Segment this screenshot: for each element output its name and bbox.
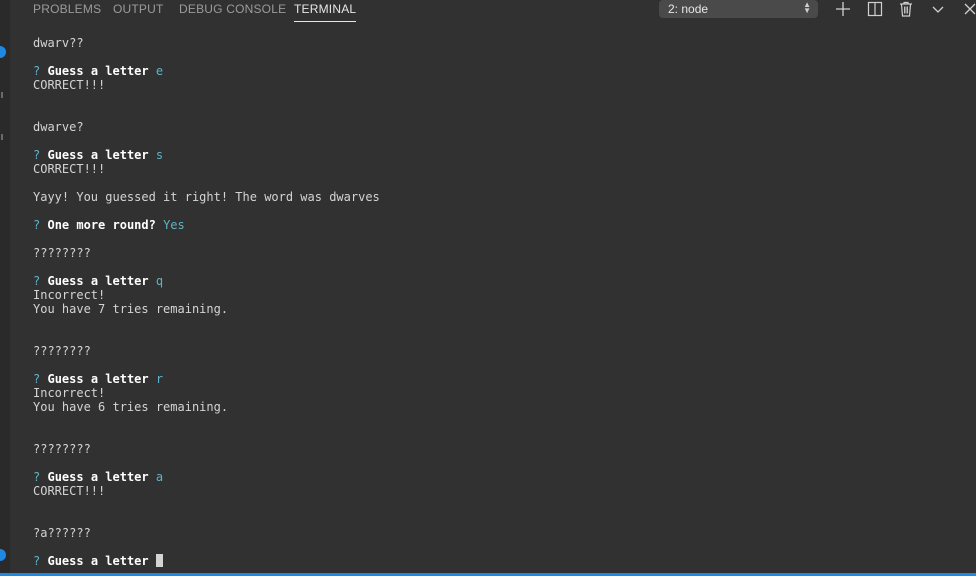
prompt-line: ? Guess a letter q	[33, 274, 164, 288]
word-state: ????????	[33, 344, 91, 358]
notification-badge[interactable]	[0, 46, 6, 58]
word-state: ?a??????	[33, 526, 91, 540]
result-line: Incorrect!	[33, 288, 106, 302]
prompt-line: ? One more round? Yes	[33, 218, 185, 232]
active-prompt-line[interactable]: ? Guess a letter	[33, 554, 963, 568]
prompt-line: ? Guess a letter e	[33, 64, 164, 78]
tab-output[interactable]: OUTPUT	[113, 2, 164, 16]
panel-header: PROBLEMS OUTPUT DEBUG CONSOLE TERMINAL	[10, 0, 976, 22]
prompt-line: ? Guess a letter a	[33, 470, 164, 484]
tab-problems[interactable]: PROBLEMS	[33, 2, 101, 16]
word-state: dwarv??	[33, 36, 84, 50]
word-state: ????????	[33, 442, 91, 456]
select-arrows-icon: ▲ ▼	[803, 0, 811, 15]
tries-line: You have 7 tries remaining.	[33, 302, 229, 316]
activity-bar-edge	[0, 0, 10, 576]
word-state: ????????	[33, 246, 91, 260]
plus-icon[interactable]	[834, 0, 852, 18]
chevron-down-icon[interactable]	[929, 0, 947, 18]
split-icon[interactable]	[866, 0, 884, 18]
result-line: CORRECT!!!	[33, 78, 106, 92]
word-state: dwarve?	[33, 120, 84, 134]
win-message: Yayy! You guessed it right! The word was…	[33, 190, 380, 204]
text-cursor	[155, 554, 163, 567]
result-line: CORRECT!!!	[33, 484, 106, 498]
tab-terminal[interactable]: TERMINAL	[294, 2, 357, 22]
activity-marker	[1, 92, 3, 98]
terminal-output[interactable]: dwarv?? ? Guess a letter e CORRECT!!! dw…	[33, 36, 963, 568]
tries-line: You have 6 tries remaining.	[33, 400, 229, 414]
prompt-line: ? Guess a letter s	[33, 148, 164, 162]
result-line: CORRECT!!!	[33, 162, 106, 176]
close-icon[interactable]	[961, 0, 976, 18]
terminal-select-value: 2: node	[668, 2, 709, 16]
terminal-select[interactable]: 2: node ▲ ▼	[659, 0, 818, 18]
prompt-line: ? Guess a letter r	[33, 372, 164, 386]
account-badge[interactable]	[0, 549, 6, 561]
activity-marker	[1, 134, 3, 140]
result-line: Incorrect!	[33, 386, 106, 400]
trash-icon[interactable]	[897, 0, 915, 18]
tab-debug-console[interactable]: DEBUG CONSOLE	[179, 2, 286, 16]
